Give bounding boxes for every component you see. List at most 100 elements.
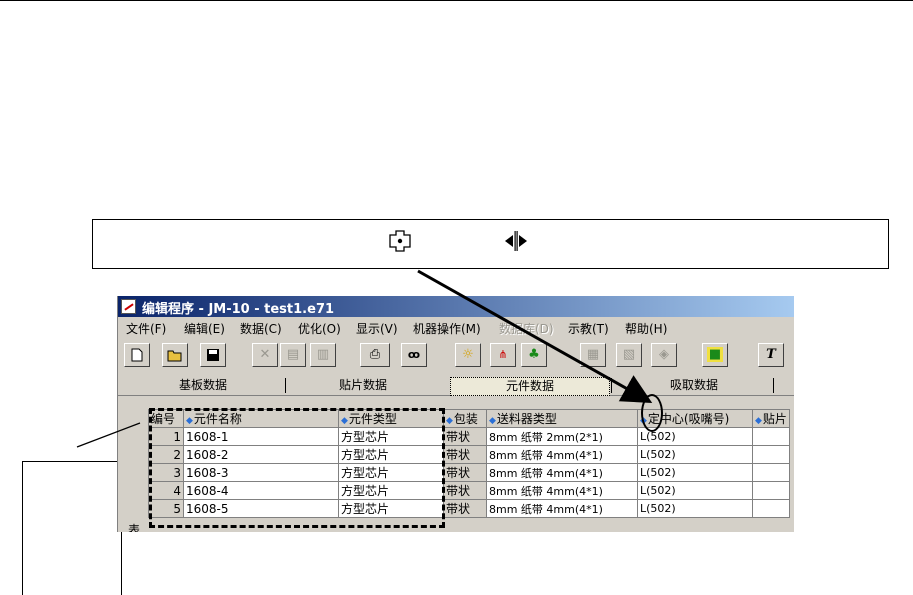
part-button[interactable]: ◈ bbox=[651, 343, 677, 367]
cell-type[interactable]: 方型芯片 bbox=[338, 427, 444, 446]
tab-placement-data[interactable]: 贴片数据 bbox=[288, 377, 438, 394]
sort-icon: ◆ bbox=[755, 416, 762, 426]
copy-button[interactable]: ▤ bbox=[280, 343, 306, 367]
nozzle-button[interactable]: ⋔ bbox=[490, 343, 516, 367]
title-bar: 编辑程序 - JM-10 - test1.e71 bbox=[118, 296, 794, 317]
light-button[interactable]: ☼ bbox=[455, 343, 481, 367]
annotation-box bbox=[22, 461, 122, 595]
menu-edit[interactable]: 编辑(E) bbox=[184, 320, 225, 337]
menu-optimize[interactable]: 优化(O) bbox=[298, 320, 341, 337]
cell-number: 2 bbox=[148, 445, 184, 464]
cell-number: 3 bbox=[148, 463, 184, 482]
cell-mount[interactable] bbox=[752, 499, 790, 518]
table-row[interactable]: 4 1608-4 方型芯片 带状 8mm 纸带 4mm(4*1) L(502) bbox=[148, 481, 790, 500]
paste-icon: ▥ bbox=[316, 347, 330, 362]
print-button[interactable]: ⎙ bbox=[360, 343, 390, 367]
new-file-icon bbox=[131, 348, 143, 362]
menu-machine[interactable]: 机器操作(M) bbox=[413, 320, 481, 337]
text-icon: T bbox=[766, 347, 776, 362]
cell-package[interactable]: 带状 bbox=[443, 463, 487, 482]
cell-type[interactable]: 方型芯片 bbox=[338, 499, 444, 518]
find-button[interactable]: ꝏ bbox=[401, 343, 427, 367]
cell-package[interactable]: 带状 bbox=[443, 445, 487, 464]
cell-mount[interactable] bbox=[752, 445, 790, 464]
cell-name[interactable]: 1608-2 bbox=[183, 445, 339, 464]
cut-icon: ✕ bbox=[259, 347, 271, 362]
col-feeder-type[interactable]: ◆送料器类型 bbox=[486, 409, 638, 428]
cell-mount[interactable] bbox=[752, 481, 790, 500]
cell-feeder[interactable]: 8mm 纸带 4mm(4*1) bbox=[486, 481, 638, 500]
tab-component-data[interactable]: 元件数据 bbox=[450, 377, 610, 396]
cut-button[interactable]: ✕ bbox=[252, 343, 278, 367]
cell-centering[interactable]: L(502) bbox=[637, 445, 753, 464]
tray-button[interactable]: ▧ bbox=[616, 343, 642, 367]
feeder-icon: ▦ bbox=[586, 347, 600, 362]
editor-window: 编辑程序 - JM-10 - test1.e71 文件(F) 编辑(E) 数据(… bbox=[117, 296, 794, 532]
paste-button[interactable]: ▥ bbox=[310, 343, 336, 367]
cell-number: 4 bbox=[148, 481, 184, 500]
cell-name[interactable]: 1608-3 bbox=[183, 463, 339, 482]
cell-number: 5 bbox=[148, 499, 184, 518]
open-folder-icon bbox=[167, 350, 182, 362]
table-row[interactable]: 5 1608-5 方型芯片 带状 8mm 纸带 4mm(4*1) L(502) bbox=[148, 499, 790, 518]
table-row[interactable]: 3 1608-3 方型芯片 带状 8mm 纸带 4mm(4*1) L(502) bbox=[148, 463, 790, 482]
sort-icon: ◆ bbox=[341, 416, 348, 426]
cell-feeder[interactable]: 8mm 纸带 2mm(2*1) bbox=[486, 427, 638, 446]
cell-package[interactable]: 带状 bbox=[443, 499, 487, 518]
cell-package[interactable]: 带状 bbox=[443, 481, 487, 500]
save-icon bbox=[207, 349, 219, 361]
col-component-type[interactable]: ◆元件类型 bbox=[338, 409, 444, 428]
callout-box bbox=[92, 219, 889, 269]
table-row[interactable]: 2 1608-2 方型芯片 带状 8mm 纸带 4mm(4*1) L(502) bbox=[148, 445, 790, 464]
print-icon: ⎙ bbox=[369, 347, 381, 362]
cell-type[interactable]: 方型芯片 bbox=[338, 481, 444, 500]
col-component-name[interactable]: ◆元件名称 bbox=[183, 409, 339, 428]
cell-name[interactable]: 1608-5 bbox=[183, 499, 339, 518]
col-package[interactable]: ◆包装 bbox=[443, 409, 487, 428]
tab-bar: 基板数据 贴片数据 元件数据 吸取数据 bbox=[118, 375, 794, 396]
cell-package[interactable]: 带状 bbox=[443, 427, 487, 446]
open-button[interactable] bbox=[162, 343, 188, 367]
component-table: 编号 ◆元件名称 ◆元件类型 ◆包装 ◆送料器类型 ◆定中心(吸嘴号) ◆贴片 … bbox=[148, 409, 790, 518]
save-button[interactable] bbox=[200, 343, 226, 367]
cell-type[interactable]: 方型芯片 bbox=[338, 445, 444, 464]
app-icon bbox=[121, 299, 136, 314]
lightbulb-icon: ☼ bbox=[462, 347, 474, 362]
tab-board-data[interactable]: 基板数据 bbox=[128, 377, 278, 394]
sort-icon: ◆ bbox=[446, 416, 453, 426]
board-icon: ■ bbox=[706, 347, 724, 362]
cell-number: 1 bbox=[148, 427, 184, 446]
cell-feeder[interactable]: 8mm 纸带 4mm(4*1) bbox=[486, 463, 638, 482]
new-button[interactable] bbox=[124, 343, 150, 367]
cell-feeder[interactable]: 8mm 纸带 4mm(4*1) bbox=[486, 499, 638, 518]
menu-data[interactable]: 数据(C) bbox=[240, 320, 282, 337]
cell-centering[interactable]: L(502) bbox=[637, 499, 753, 518]
cell-centering[interactable]: L(502) bbox=[637, 481, 753, 500]
col-number[interactable]: 编号 bbox=[148, 409, 184, 428]
highlight-circle bbox=[641, 394, 663, 432]
components-button[interactable]: ♣ bbox=[521, 343, 547, 367]
table-row[interactable]: 1 1608-1 方型芯片 带状 8mm 纸带 2mm(2*1) L(502) bbox=[148, 427, 790, 446]
menu-database[interactable]: 数据库(D) bbox=[499, 320, 554, 337]
cell-name[interactable]: 1608-1 bbox=[183, 427, 339, 446]
cell-centering[interactable]: L(502) bbox=[637, 463, 753, 482]
cell-mount[interactable] bbox=[752, 427, 790, 446]
menu-teach[interactable]: 示教(T) bbox=[568, 320, 609, 337]
side-label: 表 bbox=[128, 523, 141, 532]
cell-feeder[interactable]: 8mm 纸带 4mm(4*1) bbox=[486, 445, 638, 464]
feeder-button[interactable]: ▦ bbox=[580, 343, 606, 367]
tab-pickup-data[interactable]: 吸取数据 bbox=[614, 377, 774, 394]
tab-separator bbox=[611, 378, 612, 393]
menu-file[interactable]: 文件(F) bbox=[126, 320, 166, 337]
cell-name[interactable]: 1608-4 bbox=[183, 481, 339, 500]
tab-separator bbox=[285, 378, 286, 393]
top-rule bbox=[0, 0, 913, 1]
board-button[interactable]: ■ bbox=[702, 343, 728, 367]
text-button[interactable]: T bbox=[758, 343, 784, 367]
tab-separator bbox=[773, 378, 774, 393]
cell-mount[interactable] bbox=[752, 463, 790, 482]
menu-help[interactable]: 帮助(H) bbox=[625, 320, 667, 337]
menu-view[interactable]: 显示(V) bbox=[356, 320, 398, 337]
cell-type[interactable]: 方型芯片 bbox=[338, 463, 444, 482]
col-mount[interactable]: ◆贴片 bbox=[752, 409, 790, 428]
